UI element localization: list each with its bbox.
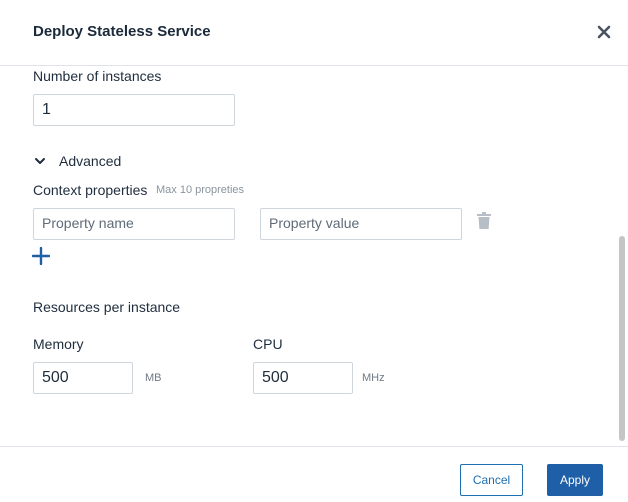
dialog-title: Deploy Stateless Service	[33, 23, 211, 40]
dialog-header: Deploy Stateless Service	[0, 0, 628, 66]
cpu-label: CPU	[253, 336, 283, 352]
scrollbar[interactable]	[619, 236, 625, 441]
dialog-body: Number of instances Advanced Context pro…	[0, 66, 628, 446]
cpu-unit: MHz	[362, 372, 385, 384]
memory-label: Memory	[33, 336, 84, 352]
property-name-input[interactable]	[33, 208, 235, 240]
property-value-input[interactable]	[260, 208, 462, 240]
context-properties-label: Context properties	[33, 182, 148, 198]
apply-button[interactable]: Apply	[547, 464, 603, 496]
chevron-down-icon	[35, 158, 45, 164]
context-properties-hint: Max 10 propreties	[156, 184, 245, 196]
deploy-dialog: Deploy Stateless Service Number of insta…	[0, 0, 628, 502]
cancel-button[interactable]: Cancel	[460, 464, 523, 496]
dialog-footer: Cancel Apply	[0, 446, 628, 502]
trash-icon[interactable]	[476, 212, 492, 230]
memory-input[interactable]	[33, 362, 133, 394]
close-icon[interactable]	[594, 22, 614, 42]
instances-input[interactable]	[33, 94, 235, 126]
resources-label: Resources per instance	[33, 299, 181, 315]
advanced-toggle[interactable]: Advanced	[33, 152, 121, 170]
plus-icon[interactable]	[32, 247, 50, 265]
instances-label: Number of instances	[33, 68, 162, 84]
cpu-input[interactable]	[253, 362, 353, 394]
memory-unit: MB	[145, 372, 162, 384]
advanced-label: Advanced	[59, 153, 122, 169]
